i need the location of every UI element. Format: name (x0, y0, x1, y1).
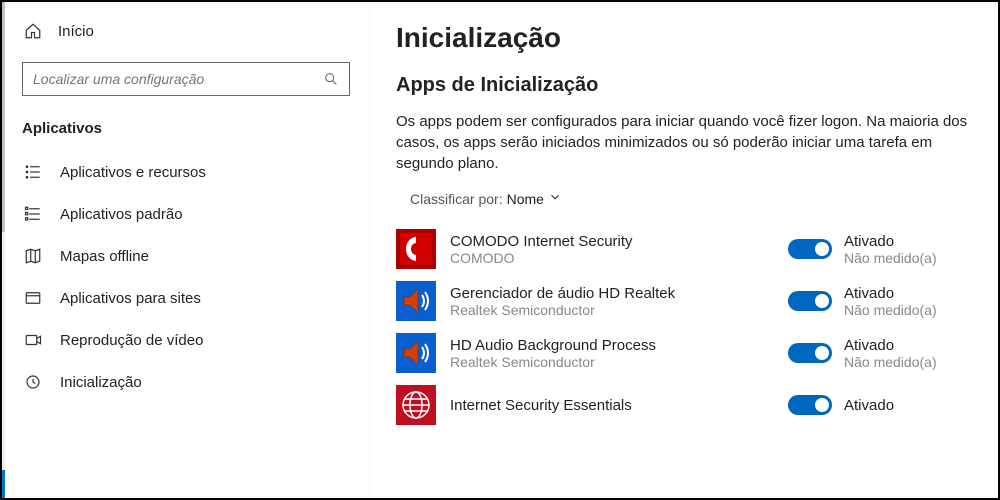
toggle-text: Ativado (844, 397, 894, 414)
toggle-status: Ativado (844, 397, 894, 414)
home-icon (24, 22, 42, 40)
sidebar: Início Aplicativos Aplicativos e recurso… (2, 2, 370, 498)
toggle-text: AtivadoNão medido(a) (844, 285, 937, 318)
app-toggle-column: AtivadoNão medido(a) (788, 233, 968, 266)
startup-icon (24, 373, 42, 391)
app-row: HD Audio Background ProcessRealtek Semic… (396, 327, 968, 379)
app-row: COMODO Internet SecurityCOMODO AtivadoNão… (396, 223, 968, 275)
speaker-icon (396, 281, 436, 321)
toggle-impact: Não medido(a) (844, 250, 937, 266)
sort-control[interactable]: Classificar por: Nome (396, 190, 968, 207)
sidebar-item-video-playback[interactable]: Reprodução de vídeo (2, 319, 370, 361)
toggle-switch[interactable] (788, 291, 832, 311)
sidebar-item-startup[interactable]: Inicialização (2, 361, 370, 403)
defaults-icon (24, 205, 42, 223)
nav-label: Mapas offline (60, 248, 149, 265)
toggle-status: Ativado (844, 233, 937, 250)
nav-label: Inicialização (60, 374, 142, 391)
chevron-down-icon (548, 190, 562, 207)
search-box[interactable] (22, 62, 350, 96)
toggle-switch[interactable] (788, 343, 832, 363)
video-icon (24, 331, 42, 349)
app-publisher: Realtek Semiconductor (450, 302, 774, 318)
app-info: HD Audio Background ProcessRealtek Semic… (450, 337, 774, 370)
sort-label: Classificar por: (410, 191, 503, 207)
sidebar-scrollbar[interactable] (2, 2, 5, 498)
app-name: Internet Security Essentials (450, 397, 774, 414)
sidebar-item-apps-features[interactable]: Aplicativos e recursos (2, 151, 370, 193)
speaker-icon (396, 333, 436, 373)
app-publisher: Realtek Semiconductor (450, 354, 774, 370)
nav-label: Aplicativos para sites (60, 290, 201, 307)
home-link[interactable]: Início (2, 14, 370, 48)
main-content: Inicialização Apps de Inicialização Os a… (370, 2, 998, 498)
nav-label: Aplicativos e recursos (60, 164, 206, 181)
search-input[interactable] (33, 71, 323, 87)
home-label: Início (58, 23, 94, 40)
list-icon (24, 163, 42, 181)
app-toggle-column: Ativado (788, 395, 968, 415)
page-title: Inicialização (396, 22, 968, 54)
app-name: COMODO Internet Security (450, 233, 774, 250)
toggle-status: Ativado (844, 285, 937, 302)
nav-label: Aplicativos padrão (60, 206, 183, 223)
search-icon (323, 71, 339, 87)
scrollbar-indicator (2, 470, 5, 498)
app-name: HD Audio Background Process (450, 337, 774, 354)
app-info: Gerenciador de áudio HD RealtekRealtek S… (450, 285, 774, 318)
toggle-impact: Não medido(a) (844, 302, 937, 318)
startup-apps-list: COMODO Internet SecurityCOMODOAtivadoNão… (396, 223, 968, 431)
app-name: Gerenciador de áudio HD Realtek (450, 285, 774, 302)
sidebar-item-apps-for-websites[interactable]: Aplicativos para sites (2, 277, 370, 319)
app-row: Internet Security Essentials Ativado (396, 379, 968, 431)
app-publisher: COMODO (450, 250, 774, 266)
toggle-text: AtivadoNão medido(a) (844, 233, 937, 266)
nav-list: Aplicativos e recursos Aplicativos padrã… (2, 151, 370, 498)
app-info: Internet Security Essentials (450, 397, 774, 414)
comodo-icon (396, 229, 436, 269)
globe-icon (396, 385, 436, 425)
toggle-switch[interactable] (788, 239, 832, 259)
map-icon (24, 247, 42, 265)
toggle-text: AtivadoNão medido(a) (844, 337, 937, 370)
app-row: Gerenciador de áudio HD RealtekRealtek S… (396, 275, 968, 327)
sidebar-item-default-apps[interactable]: Aplicativos padrão (2, 193, 370, 235)
nav-label: Reprodução de vídeo (60, 332, 203, 349)
section-description: Os apps podem ser configurados para inic… (396, 111, 968, 174)
section-title: Apps de Inicialização (396, 74, 968, 97)
sort-value: Nome (507, 191, 544, 207)
app-info: COMODO Internet SecurityCOMODO (450, 233, 774, 266)
scrollbar-thumb[interactable] (2, 2, 5, 232)
category-header: Aplicativos (2, 114, 370, 151)
window-icon (24, 289, 42, 307)
toggle-status: Ativado (844, 337, 937, 354)
sidebar-item-offline-maps[interactable]: Mapas offline (2, 235, 370, 277)
toggle-switch[interactable] (788, 395, 832, 415)
app-toggle-column: AtivadoNão medido(a) (788, 285, 968, 318)
toggle-impact: Não medido(a) (844, 354, 937, 370)
app-toggle-column: AtivadoNão medido(a) (788, 337, 968, 370)
